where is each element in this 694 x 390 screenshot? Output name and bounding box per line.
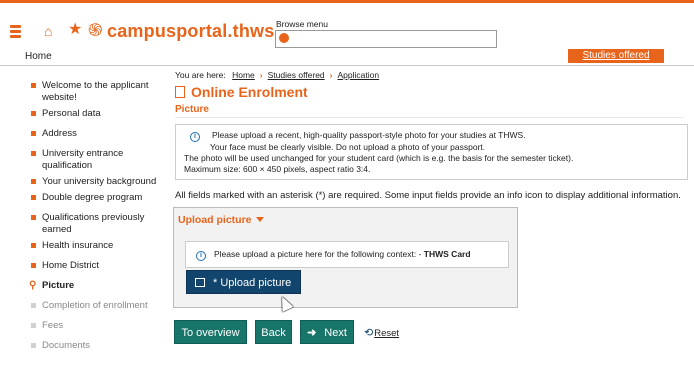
bullet-icon [31,243,36,248]
browse-menu-label: Browse menu [276,19,328,29]
sidebar-item-entrance-qualification[interactable]: University entrance qualification [25,148,165,172]
studies-offered-button[interactable]: Studies offered [568,49,664,63]
bullet-icon [31,111,36,116]
sidebar: Welcome to the applicant website! Person… [25,80,165,352]
sidebar-item-home-district[interactable]: Home District [25,260,165,272]
sidebar-item-welcome[interactable]: Welcome to the applicant website! [25,80,165,104]
menu-icon[interactable] [10,25,21,38]
chevron-right-icon: › [329,70,333,80]
logo-mark-icon: ֍ [88,20,103,40]
sidebar-item-health-insurance[interactable]: Health insurance [25,240,165,252]
arrow-right-icon: ➜ [307,327,317,339]
section-divider [175,117,683,118]
breadcrumb: You are here: Home › Studies offered › Appli… [175,70,379,80]
bullet-icon [31,303,36,308]
info-box: i Please upload a recent, high-quality pa… [175,124,688,180]
sidebar-item-picture[interactable]: ⚲ Picture [25,280,165,292]
bullet-icon [31,131,36,136]
bullet-icon [31,83,36,88]
back-button[interactable]: Back [255,320,292,344]
document-edit-icon [175,86,185,98]
info-icon: i [196,251,206,261]
nav-bar: Home Studies offered [0,48,694,66]
sidebar-item-documents: Documents [25,340,165,352]
sidebar-item-fees: Fees [25,320,165,332]
breadcrumb-prefix: You are here: [175,70,226,80]
bullet-icon [31,151,36,156]
page-title: Online Enrolment [175,84,308,100]
caret-down-icon [255,217,264,222]
sidebar-item-personal-data[interactable]: Personal data [25,108,165,120]
breadcrumb-application[interactable]: Application [338,70,380,80]
info-icon: i [190,132,200,142]
home-icon[interactable]: ⌂ [44,24,52,38]
bullet-icon [31,195,36,200]
nav-home-link[interactable]: Home [25,51,52,62]
bullet-icon [31,263,36,268]
top-bar: ⌂ ★ ֍ campusportal.thws Browse menu [0,0,694,48]
bullet-icon [31,323,36,328]
sidebar-item-university-background[interactable]: Your university background [25,176,165,188]
sidebar-item-double-degree[interactable]: Double degree program [25,192,165,204]
search-icon [279,33,289,43]
upload-panel: Upload picture i Please upload a picture … [173,207,518,308]
required-fields-note: All fields marked with an asterisk (*) a… [175,190,681,201]
sidebar-item-qualifications[interactable]: Qualifications previously earned [25,212,165,236]
star-icon[interactable]: ★ [68,22,82,38]
image-icon [195,278,205,287]
reset-link[interactable]: ⟲Reset [364,326,399,339]
breadcrumb-studies-offered[interactable]: Studies offered [268,70,325,80]
section-title: Picture [175,104,209,115]
upload-picture-toggle[interactable]: Upload picture [178,214,264,226]
bullet-icon [31,343,36,348]
browse-menu-input[interactable] [275,30,497,48]
logo[interactable]: campusportal.thws [107,21,274,41]
sidebar-item-completion: Completion of enrollment [25,300,165,312]
breadcrumb-home[interactable]: Home [232,70,255,80]
sidebar-item-address[interactable]: Address [25,128,165,140]
next-button[interactable]: ➜ Next [300,320,354,344]
location-pin-icon: ⚲ [29,280,37,291]
reset-icon: ⟲ [364,327,374,339]
chevron-right-icon: › [259,70,263,80]
to-overview-button[interactable]: To overview [174,320,247,344]
upload-info: i Please upload a picture here for the fo… [185,241,509,268]
bullet-icon [31,179,36,184]
upload-picture-button[interactable]: * Upload picture [186,270,301,294]
bullet-icon [31,215,36,220]
